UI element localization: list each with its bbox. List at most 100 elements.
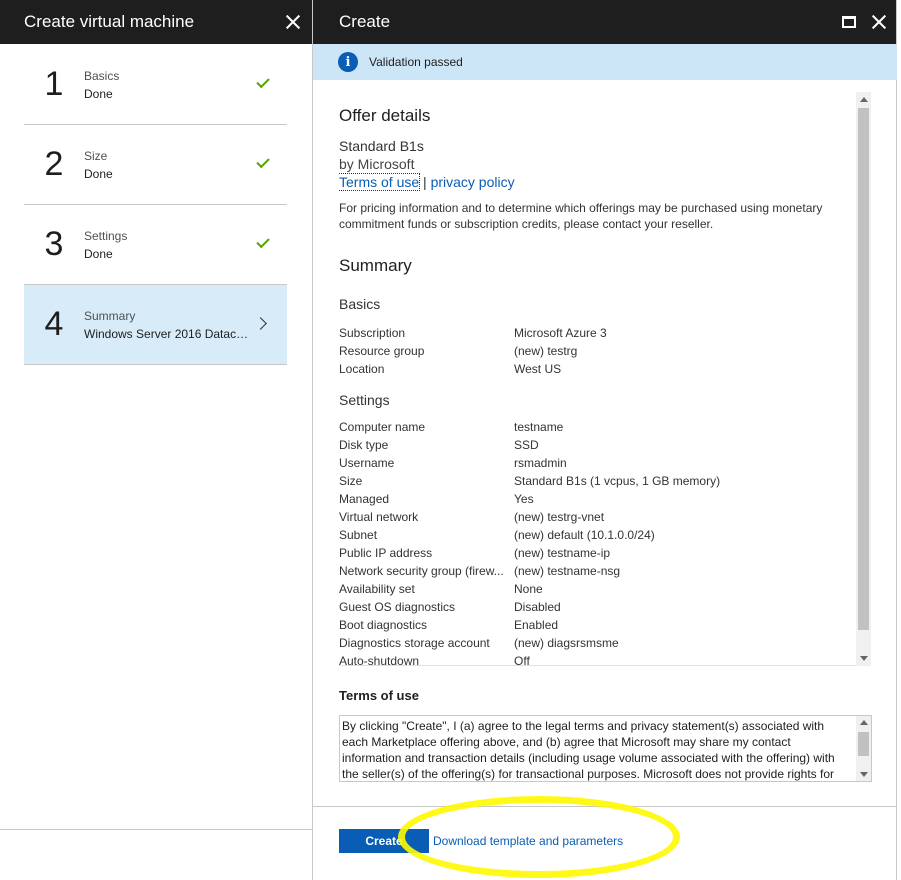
terms-title: Terms of use xyxy=(339,688,419,703)
pricing-note: For pricing information and to determine… xyxy=(339,201,823,231)
right-blade-title: Create xyxy=(339,12,391,31)
list-item: Username rsmadmin xyxy=(339,454,854,472)
item-value: rsmadmin xyxy=(514,456,567,470)
item-key: Subnet xyxy=(339,528,378,542)
scroll-down-icon[interactable] xyxy=(860,656,868,661)
step-label: Size xyxy=(84,148,108,163)
offer-publisher: by Microsoft xyxy=(339,156,415,172)
divider xyxy=(0,829,313,830)
settings-section-title: Settings xyxy=(339,392,390,408)
item-value: (new) testname-ip xyxy=(514,546,611,560)
scroll-thumb[interactable] xyxy=(858,732,869,756)
item-key: Public IP address xyxy=(339,546,433,560)
item-value: Standard B1s (1 vcpus, 1 GB memory) xyxy=(514,474,721,488)
item-key: Diagnostics storage account xyxy=(339,636,490,650)
summary-content: Offer details Standard B1s by Microsoft … xyxy=(339,92,871,666)
item-value: Off xyxy=(514,654,530,666)
item-value: Yes xyxy=(514,492,534,506)
banner-text: Validation passed xyxy=(369,55,463,69)
step-status: Done xyxy=(84,86,113,101)
step-summary[interactable]: 4 Summary Windows Server 2016 Datacen... xyxy=(24,285,287,365)
validation-banner: i Validation passed xyxy=(313,44,897,80)
list-item: Size Standard B1s (1 vcpus, 1 GB memory) xyxy=(339,472,854,490)
step-settings[interactable]: 3 Settings Done xyxy=(24,205,287,285)
step-size[interactable]: 2 Size Done xyxy=(24,125,287,205)
create-button[interactable]: Create xyxy=(339,829,429,853)
item-key: Disk type xyxy=(339,438,389,452)
right-blade-header: Create xyxy=(313,0,896,44)
item-key: Guest OS diagnostics xyxy=(339,600,456,614)
item-key: Network security group (firew... xyxy=(339,564,504,578)
item-value: (new) testname-nsg xyxy=(514,564,621,578)
step-label: Settings xyxy=(84,228,128,243)
scroll-down-icon[interactable] xyxy=(860,772,868,777)
scroll-up-icon[interactable] xyxy=(860,97,868,102)
step-number: 2 xyxy=(44,145,64,183)
item-key: Location xyxy=(339,362,385,376)
offer-name: Standard B1s xyxy=(339,138,424,154)
left-blade-header: Create virtual machine xyxy=(0,0,312,44)
item-key: Username xyxy=(339,456,395,470)
privacy-policy-link[interactable]: privacy policy xyxy=(431,174,515,190)
step-label: Summary xyxy=(84,308,136,323)
wizard-steps: 1 Basics Done 2 Size Done 3 Settings Don… xyxy=(24,45,287,365)
basics-section-title: Basics xyxy=(339,296,381,312)
list-item: Guest OS diagnostics Disabled xyxy=(339,598,854,616)
step-number: 3 xyxy=(44,225,64,263)
item-key: Boot diagnostics xyxy=(339,618,428,632)
item-value: (new) testrg xyxy=(514,344,578,358)
list-item: Auto-shutdown Off xyxy=(339,652,854,666)
item-key: Size xyxy=(339,474,363,488)
terms-scrollbar[interactable] xyxy=(856,716,871,781)
step-number: 1 xyxy=(44,65,64,103)
checkmark-icon xyxy=(256,154,270,169)
terms-textbox[interactable]: By clicking "Create", I (a) agree to the… xyxy=(339,715,872,782)
step-status: Done xyxy=(84,246,113,261)
list-item: Diagnostics storage account (new) diagsrs… xyxy=(339,634,854,652)
download-template-link[interactable]: Download template and parameters xyxy=(433,834,623,848)
terms-of-use-link[interactable]: Terms of use xyxy=(339,173,421,191)
scroll-thumb[interactable] xyxy=(858,108,869,630)
step-status: Done xyxy=(84,166,113,181)
info-icon: i xyxy=(338,52,358,72)
close-icon[interactable] xyxy=(286,15,300,29)
item-value: SSD xyxy=(514,438,539,452)
scroll-up-icon[interactable] xyxy=(860,720,868,725)
item-key: Computer name xyxy=(339,420,426,434)
item-value: West US xyxy=(514,362,562,376)
list-item: Network security group (firew... (new) te… xyxy=(339,562,854,580)
list-item: Subnet (new) default (10.1.0.0/24) xyxy=(339,526,854,544)
chevron-right-icon xyxy=(254,317,267,330)
checkmark-icon xyxy=(256,234,270,249)
item-value: Disabled xyxy=(514,600,561,614)
offer-details-title: Offer details xyxy=(339,106,431,125)
item-value: Enabled xyxy=(514,618,559,632)
basics-list: Subscription Microsoft Azure 3 Resource g… xyxy=(339,324,854,378)
step-number: 4 xyxy=(44,305,64,343)
step-label: Basics xyxy=(84,68,120,83)
item-value: None xyxy=(514,582,543,596)
content-scrollbar[interactable] xyxy=(856,92,871,666)
item-value: testname xyxy=(514,420,564,434)
list-item: Availability set None xyxy=(339,580,854,598)
list-item: Disk type SSD xyxy=(339,436,854,454)
list-item: Computer name testname xyxy=(339,418,854,436)
item-value: (new) diagsrsmsme xyxy=(514,636,619,650)
create-vm-blade: Create virtual machine 1 Basics Done 2 S… xyxy=(0,0,313,880)
item-key: Availability set xyxy=(339,582,415,596)
list-item: Public IP address (new) testname-ip xyxy=(339,544,854,562)
link-separator: | xyxy=(423,174,427,190)
footer-divider xyxy=(313,806,897,807)
maximize-icon[interactable] xyxy=(842,16,856,28)
list-item: Boot diagnostics Enabled xyxy=(339,616,854,634)
step-basics[interactable]: 1 Basics Done xyxy=(24,45,287,125)
left-blade-title: Create virtual machine xyxy=(24,12,195,31)
step-status: Windows Server 2016 Datacen... xyxy=(84,326,254,341)
create-blade: Create i Validation passed Offer details… xyxy=(313,0,897,880)
list-item: Subscription Microsoft Azure 3 xyxy=(339,324,854,342)
terms-text: By clicking "Create", I (a) agree to the… xyxy=(342,719,835,781)
item-value: (new) testrg-vnet xyxy=(514,510,605,524)
item-value: Microsoft Azure 3 xyxy=(514,326,607,340)
item-key: Auto-shutdown xyxy=(339,654,420,666)
close-icon[interactable] xyxy=(872,15,886,29)
